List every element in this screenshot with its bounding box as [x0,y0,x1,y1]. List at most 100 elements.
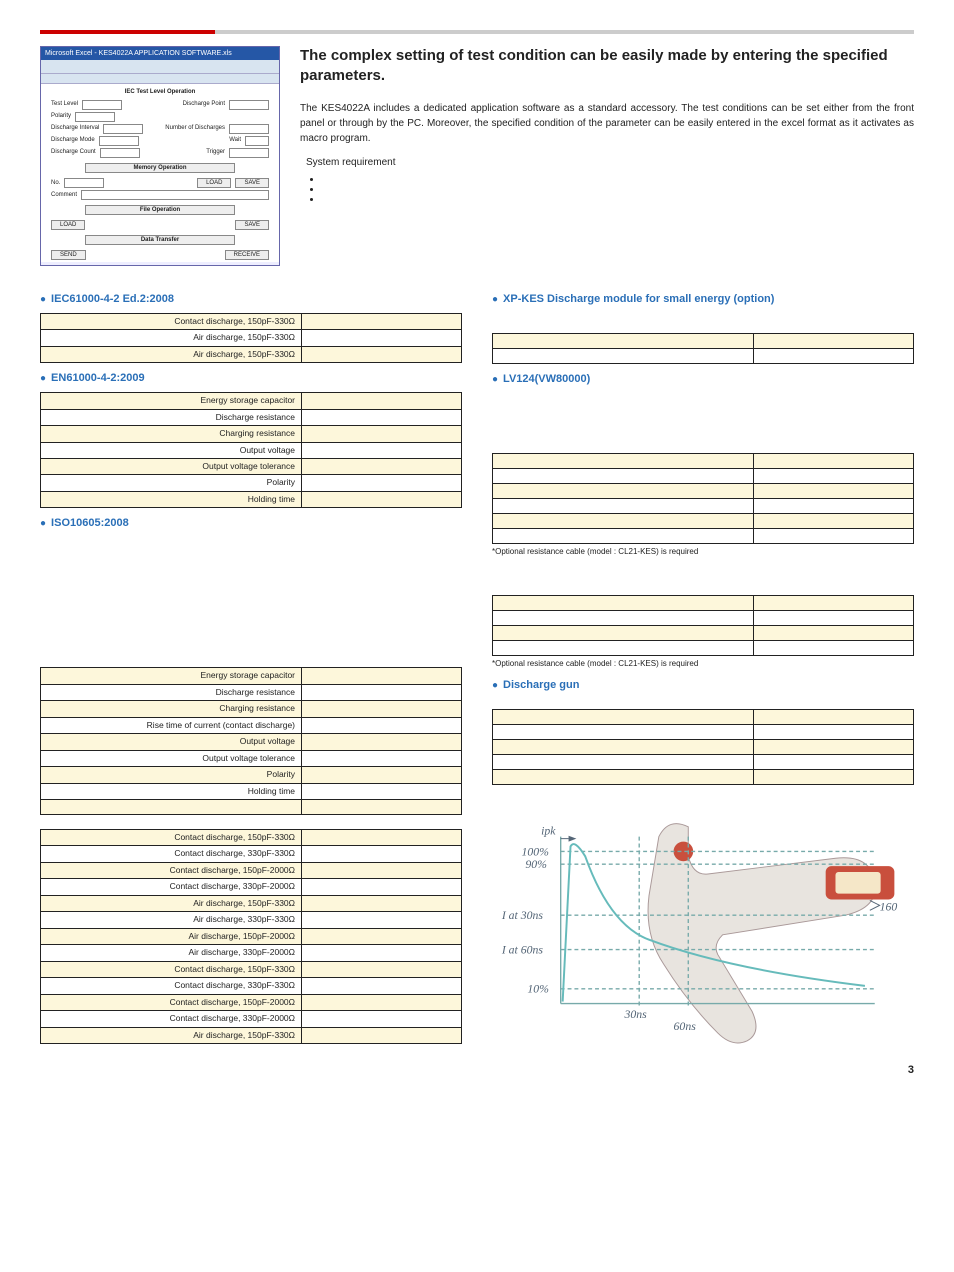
table-row: Holding time [41,491,462,507]
btn-mem-save[interactable]: SAVE [235,178,269,188]
section-file-op: File Operation [85,205,235,215]
table-cell: Air discharge, 330pF-330Ω [41,912,302,928]
btn-mem-load[interactable]: LOAD [197,178,231,188]
table-cell [302,1011,462,1027]
lbl-disch-interval: Discharge Interval [51,124,99,132]
lbl-num-disch: Number of Discharges [165,124,225,132]
table-row: Charging resistance [41,426,462,442]
field-no[interactable] [64,178,104,188]
table-row: Air discharge, 150pF-330Ω [41,346,462,362]
table-row: Air discharge, 150pF-2000Ω [41,928,462,944]
table-cell [754,483,914,498]
lbl-polarity: Polarity [51,112,71,120]
btn-file-load[interactable]: LOAD [51,220,85,230]
chart-y-10: 10% [527,983,549,996]
table-cell: Energy storage capacitor [41,668,302,684]
right-column: XP-KES Discharge module for small energy… [492,284,914,1055]
table-cell [302,717,462,733]
field-disch-interval[interactable] [103,124,143,134]
table-row [493,611,914,626]
table-cell [493,498,754,513]
table-cell: Rise time of current (contact discharge) [41,717,302,733]
chart-x-60: 60ns [674,1020,697,1033]
excel-toolbar [41,60,279,74]
lbl-disch-count: Discharge Count [51,148,96,156]
lbl-trigger: Trigger [206,148,225,156]
field-comment[interactable] [81,190,269,200]
window-title: Microsoft Excel - KES4022A APPLICATION S… [41,47,279,60]
field-num-disch[interactable] [229,124,269,134]
chart-y-90: 90% [525,858,547,871]
btn-file-save[interactable]: SAVE [235,220,269,230]
table-cell [302,393,462,409]
lbl-test-level: Test Level [51,100,78,108]
table-cell [493,348,754,363]
section-memory-op: Memory Operation [85,163,235,173]
table-row: Air discharge, 150pF-330Ω [41,330,462,346]
table-row [493,641,914,656]
field-polarity[interactable] [75,112,115,122]
table-row: Energy storage capacitor [41,668,462,684]
table-cell [302,862,462,878]
note-gs: *Optional resistance cable (model : CL21… [492,659,914,670]
page-top-accent [40,30,914,34]
btn-send[interactable]: SEND [51,250,86,260]
table-cell: Output voltage tolerance [41,750,302,766]
table-row: Contact discharge, 150pF-330Ω [41,313,462,329]
field-disch-count[interactable] [100,148,140,158]
table-cell: Air discharge, 150pF-2000Ω [41,928,302,944]
table-cell [493,755,754,770]
table-row: Polarity [41,475,462,491]
table-cell [493,453,754,468]
table-dg [492,709,914,785]
table-cell [493,468,754,483]
field-test-level[interactable] [82,100,122,110]
table-row [493,483,914,498]
table-cell: Contact discharge, 330pF-330Ω [41,846,302,862]
table-cell [302,346,462,362]
page-number: 3 [40,1063,914,1078]
table-cell [302,846,462,862]
table-cell: Air discharge, 330pF-2000Ω [41,945,302,961]
field-trigger[interactable] [229,148,269,158]
table-cell: Contact discharge, 150pF-330Ω [41,829,302,845]
table-row [493,755,914,770]
table-cell [302,668,462,684]
table-row: Discharge resistance [41,684,462,700]
title-en: EN61000-4-2:2009 [40,371,462,386]
table-xp [492,333,914,364]
table-cell [302,442,462,458]
table-iso-b: Contact discharge, 150pF-330ΩContact dis… [40,829,462,1044]
table-cell: Holding time [41,491,302,507]
app-screenshot: Microsoft Excel - KES4022A APPLICATION S… [40,46,280,266]
table-cell: Air discharge, 150pF-330Ω [41,346,302,362]
table-cell [754,755,914,770]
field-disch-mode[interactable] [99,136,139,146]
table-iec: Contact discharge, 150pF-330ΩAir dischar… [40,313,462,363]
table-row: Rise time of current (contact discharge) [41,717,462,733]
table-cell [302,994,462,1010]
discharge-gun-figure: ipk 100% 90% I at 30ns I at 60ns 10% 30n… [492,795,914,1055]
table-cell: Charging resistance [41,426,302,442]
lbl-no: No. [51,179,60,187]
table-cell: Output voltage [41,734,302,750]
table-cell [754,596,914,611]
field-disch-point[interactable] [229,100,269,110]
table-cell [754,348,914,363]
table-row: Air discharge, 150pF-330Ω [41,1027,462,1043]
table-gs [492,595,914,656]
table-cell [302,895,462,911]
table-cell: Contact discharge, 330pF-330Ω [41,978,302,994]
table-cell [302,928,462,944]
table-cell [493,740,754,755]
table-cell: Contact discharge, 150pF-2000Ω [41,862,302,878]
table-cell [302,701,462,717]
table-cell [493,333,754,348]
table-row [493,710,914,725]
table-cell [754,498,914,513]
btn-receive[interactable]: RECEIVE [225,250,269,260]
table-cell [493,611,754,626]
table-cell [754,453,914,468]
field-wait[interactable] [245,136,269,146]
headline: The complex setting of test condition ca… [300,46,914,87]
